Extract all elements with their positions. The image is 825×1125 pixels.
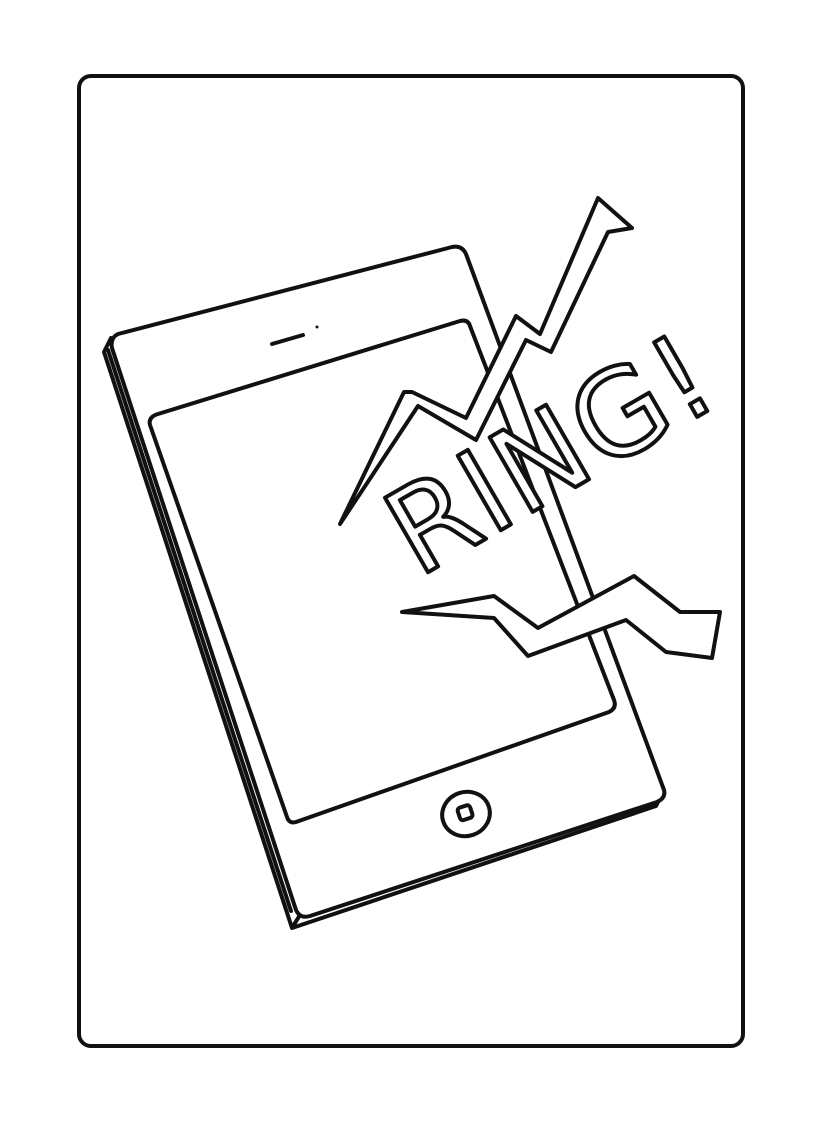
phone-camera-icon	[315, 325, 319, 329]
illustration: RING!	[102, 196, 740, 930]
coloring-page: RING!	[0, 0, 825, 1125]
phone-icon	[102, 244, 667, 930]
